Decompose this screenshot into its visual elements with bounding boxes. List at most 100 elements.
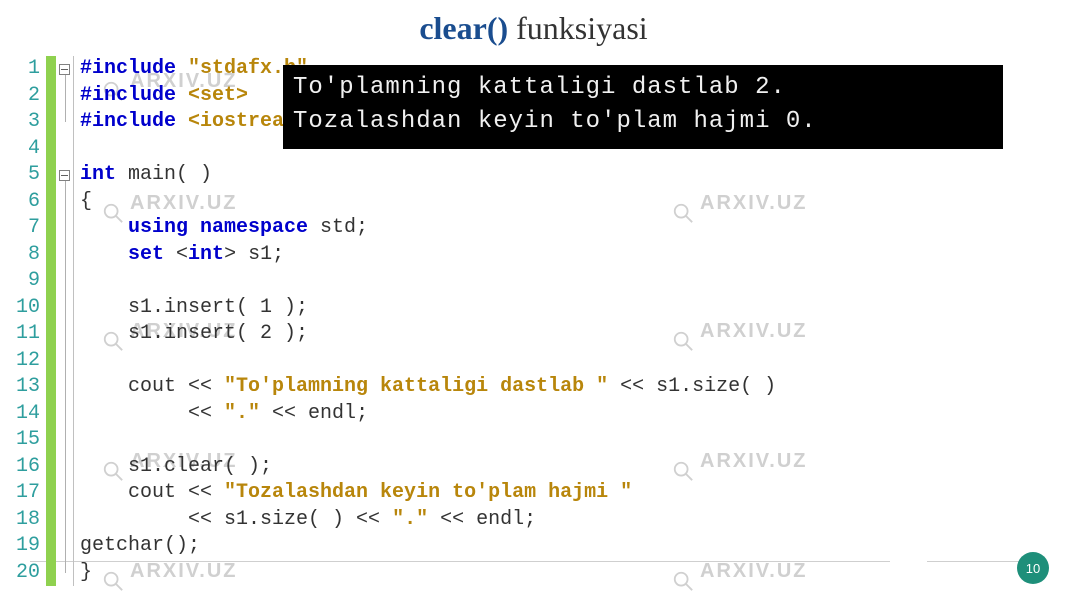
code-text: cout << "Tozalashdan keyin to'plam hajmi… (74, 480, 632, 507)
fold-gutter (56, 348, 74, 375)
change-marker (46, 268, 56, 295)
line-number: 14 (10, 401, 46, 428)
fold-gutter (56, 480, 74, 507)
code-text: #include <set> (74, 83, 248, 110)
change-marker (46, 401, 56, 428)
code-text: #include <iostream> (74, 109, 308, 136)
line-number: 1 (10, 56, 46, 83)
console-line-1: To'plamning kattaligi dastlab 2. (293, 71, 993, 105)
change-marker (46, 295, 56, 322)
code-text: s1.clear( ); (74, 454, 272, 481)
fold-gutter (56, 507, 74, 534)
title-normal: funksiyasi (508, 10, 648, 46)
change-marker (46, 454, 56, 481)
code-text: int main( ) (74, 162, 212, 189)
code-line: 14 << "." << endl; (10, 401, 1050, 428)
code-line: 20} (10, 560, 1050, 587)
code-text (74, 136, 80, 163)
line-number: 7 (10, 215, 46, 242)
code-line: 10 s1.insert( 1 ); (10, 295, 1050, 322)
code-text: { (74, 189, 92, 216)
line-number: 10 (10, 295, 46, 322)
code-line: 16 s1.clear( ); (10, 454, 1050, 481)
change-marker (46, 560, 56, 587)
line-number: 5 (10, 162, 46, 189)
code-line: 18 << s1.size( ) << "." << endl; (10, 507, 1050, 534)
fold-gutter (56, 427, 74, 454)
line-number: 8 (10, 242, 46, 269)
code-text (74, 427, 80, 454)
line-number: 2 (10, 83, 46, 110)
change-marker (46, 374, 56, 401)
fold-gutter (56, 295, 74, 322)
code-line: 8 set <int> s1; (10, 242, 1050, 269)
code-text: #include "stdafx.h" (74, 56, 308, 83)
code-line: 7 using namespace std; (10, 215, 1050, 242)
code-text: cout << "To'plamning kattaligi dastlab "… (74, 374, 776, 401)
fold-gutter (56, 83, 74, 110)
fold-gutter (56, 215, 74, 242)
fold-gutter (56, 268, 74, 295)
fold-gutter (56, 162, 74, 189)
code-line: 5 int main( ) (10, 162, 1050, 189)
line-number: 4 (10, 136, 46, 163)
line-number: 12 (10, 348, 46, 375)
fold-gutter (56, 109, 74, 136)
change-marker (46, 507, 56, 534)
code-line: 17 cout << "Tozalashdan keyin to'plam ha… (10, 480, 1050, 507)
line-number: 6 (10, 189, 46, 216)
code-text (74, 268, 80, 295)
code-line: 15 (10, 427, 1050, 454)
fold-toggle-icon[interactable] (59, 64, 70, 75)
line-number: 13 (10, 374, 46, 401)
line-number: 17 (10, 480, 46, 507)
fold-gutter (56, 401, 74, 428)
change-marker (46, 480, 56, 507)
fold-gutter (56, 242, 74, 269)
code-line: 9 (10, 268, 1050, 295)
line-number: 15 (10, 427, 46, 454)
fold-gutter (56, 136, 74, 163)
code-line: 13 cout << "To'plamning kattaligi dastla… (10, 374, 1050, 401)
fold-toggle-icon[interactable] (59, 170, 70, 181)
fold-gutter (56, 321, 74, 348)
fold-gutter (56, 189, 74, 216)
code-text: << s1.size( ) << "." << endl; (74, 507, 536, 534)
change-marker (46, 109, 56, 136)
console-output: To'plamning kattaligi dastlab 2. Tozalas… (283, 65, 1003, 149)
code-line: 11 s1.insert( 2 ); (10, 321, 1050, 348)
change-marker (46, 83, 56, 110)
line-number: 3 (10, 109, 46, 136)
code-text: set <int> s1; (74, 242, 284, 269)
code-text: s1.insert( 2 ); (74, 321, 308, 348)
change-marker (46, 215, 56, 242)
title-bold: clear() (419, 10, 508, 46)
change-marker (46, 162, 56, 189)
fold-gutter (56, 56, 74, 83)
change-marker (46, 56, 56, 83)
line-number: 20 (10, 560, 46, 587)
line-number: 9 (10, 268, 46, 295)
change-marker (46, 427, 56, 454)
change-marker (46, 242, 56, 269)
change-marker (46, 321, 56, 348)
slide-title: clear() funksiyasi (0, 0, 1067, 55)
line-number: 18 (10, 507, 46, 534)
code-line: 19 getchar(); (10, 533, 1050, 560)
code-text: } (74, 560, 92, 587)
code-text: s1.insert( 1 ); (74, 295, 308, 322)
code-line: 12 (10, 348, 1050, 375)
line-number: 19 (10, 533, 46, 560)
code-text: getchar(); (74, 533, 200, 560)
code-line: 6{ (10, 189, 1050, 216)
fold-gutter (56, 533, 74, 560)
change-marker (46, 136, 56, 163)
line-number: 16 (10, 454, 46, 481)
line-number: 11 (10, 321, 46, 348)
change-marker (46, 348, 56, 375)
page-number-badge: 10 (1017, 552, 1049, 584)
console-line-2: Tozalashdan keyin to'plam hajmi 0. (293, 105, 993, 139)
code-text: using namespace std; (74, 215, 368, 242)
change-marker (46, 533, 56, 560)
fold-gutter (56, 374, 74, 401)
